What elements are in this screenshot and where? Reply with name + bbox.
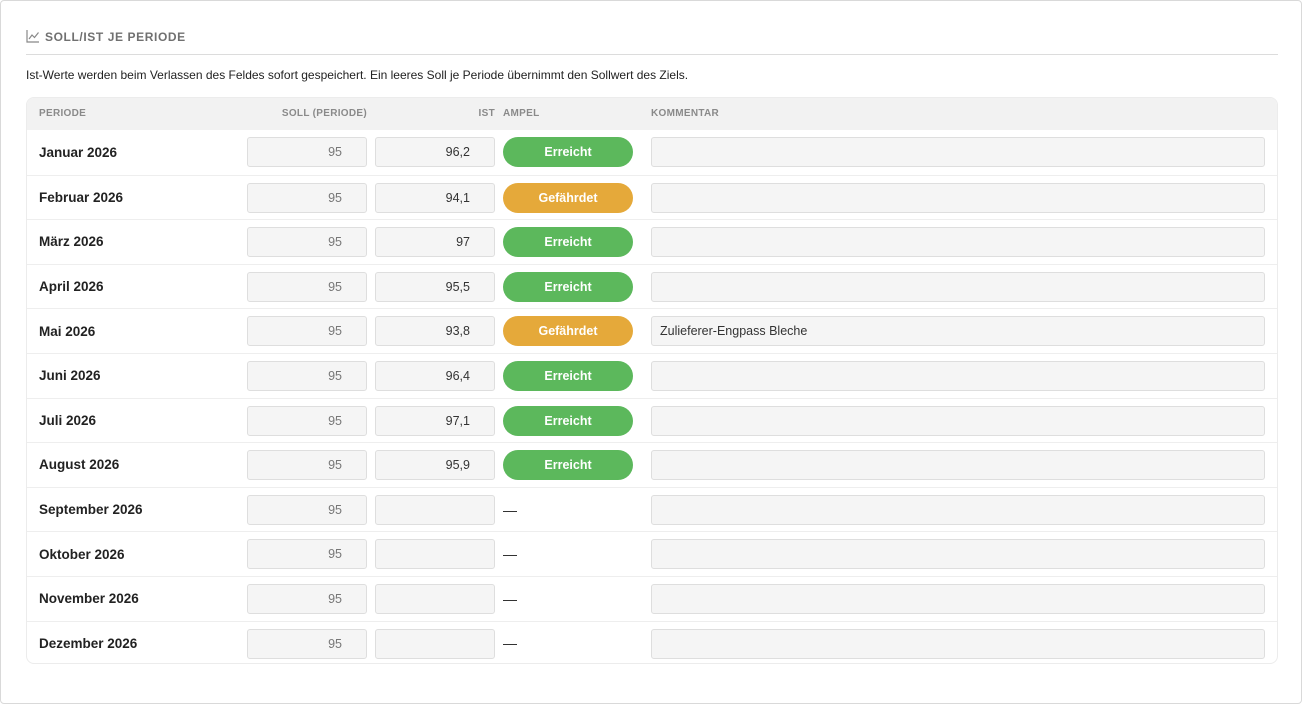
table-row: März 2026 95 97 Erreicht <box>27 219 1277 264</box>
header-ist: IST <box>478 108 495 119</box>
ist-input[interactable] <box>375 494 495 525</box>
soll-input[interactable]: 95 <box>247 227 367 258</box>
status-badge: Erreicht <box>503 137 633 167</box>
table-row: Juli 2026 95 97,1 Erreicht <box>27 397 1277 443</box>
periode-label: April 2026 <box>39 279 104 295</box>
soll-input[interactable]: 95 <box>247 628 367 659</box>
status-badge: Gefährdet <box>503 182 633 213</box>
hint-text: Ist-Werte werden beim Verlassen des Feld… <box>26 68 689 82</box>
periode-label: Februar 2026 <box>39 189 124 205</box>
ist-input[interactable]: 97,1 <box>375 405 495 436</box>
periode-label: Dezember 2026 <box>39 635 138 651</box>
kommentar-input[interactable] <box>651 360 1265 391</box>
ist-input[interactable]: 94,1 <box>375 182 495 213</box>
header-periode: PERIODE <box>39 108 87 119</box>
soll-input[interactable]: 95 <box>247 450 367 481</box>
soll-input[interactable]: 95 <box>247 583 367 614</box>
table-row: April 2026 95 95,5 Erreicht <box>27 263 1277 309</box>
table-row: Februar 2026 95 94,1 Gefährdet <box>27 174 1277 220</box>
periode-label: Oktober 2026 <box>39 546 125 562</box>
soll-input[interactable]: 95 <box>247 271 367 302</box>
soll-input[interactable]: 95 <box>247 182 367 213</box>
table-row: Januar 2026 95 96,2 Erreicht <box>27 130 1277 175</box>
header-soll: SOLL (PERIODE) <box>281 108 367 119</box>
kommentar-input[interactable] <box>651 137 1265 167</box>
section-title: SOLL/IST JE PERIODE <box>45 30 186 44</box>
table-row: Dezember 2026 95 — <box>27 620 1277 663</box>
soll-input[interactable]: 95 <box>247 494 367 525</box>
kommentar-input[interactable] <box>651 583 1265 614</box>
table-row: Mai 2026 95 93,8 Gefährdet Zulieferer-Engpas… <box>27 308 1277 353</box>
status-badge: Erreicht <box>503 360 633 391</box>
periode-label: September 2026 <box>39 502 143 518</box>
status-badge: Erreicht <box>503 271 633 302</box>
ist-input[interactable] <box>375 628 495 659</box>
panel: SOLL/IST JE PERIODE Ist-Werte werden bei… <box>0 0 1302 704</box>
periode-label: März 2026 <box>39 234 104 250</box>
status-badge: Erreicht <box>503 227 633 258</box>
status-badge: Erreicht <box>503 405 633 436</box>
kommentar-input[interactable] <box>651 494 1265 525</box>
status-empty: — <box>503 590 517 607</box>
periode-label: August 2026 <box>39 457 120 473</box>
kommentar-input[interactable] <box>651 227 1265 258</box>
line-chart-icon <box>26 30 39 43</box>
table-header: PERIODE SOLL (PERIODE) IST AMPEL KOMMENT… <box>27 98 1277 130</box>
kommentar-input[interactable] <box>651 628 1265 659</box>
table-row: November 2026 95 — <box>27 575 1277 621</box>
kommentar-input[interactable] <box>651 271 1265 302</box>
ist-input[interactable] <box>375 539 495 570</box>
kommentar-input[interactable] <box>651 539 1265 570</box>
soll-input[interactable]: 95 <box>247 405 367 436</box>
status-empty: — <box>503 501 517 518</box>
section-header: SOLL/IST JE PERIODE <box>26 29 1278 55</box>
ist-input[interactable]: 95,9 <box>375 450 495 481</box>
soll-input[interactable]: 95 <box>247 539 367 570</box>
table-row: Oktober 2026 95 — <box>27 531 1277 576</box>
kommentar-input[interactable] <box>651 182 1265 213</box>
ist-input[interactable]: 95,5 <box>375 271 495 302</box>
periode-label: Januar 2026 <box>39 144 118 160</box>
periode-label: Juni 2026 <box>39 368 101 384</box>
header-ampel: AMPEL <box>503 108 540 119</box>
header-kommentar: KOMMENTAR <box>651 108 720 119</box>
soll-input[interactable]: 95 <box>247 316 367 347</box>
ist-input[interactable] <box>375 583 495 614</box>
periode-label: Juli 2026 <box>39 412 97 428</box>
periode-label: Mai 2026 <box>39 323 96 339</box>
status-badge: Gefährdet <box>503 316 633 347</box>
status-empty: — <box>503 546 517 563</box>
ist-input[interactable]: 93,8 <box>375 316 495 347</box>
kommentar-input[interactable]: Zulieferer-Engpass Bleche <box>651 316 1265 347</box>
soll-input[interactable]: 95 <box>247 360 367 391</box>
status-badge: Erreicht <box>503 450 633 481</box>
table-row: Juni 2026 95 96,4 Erreicht <box>27 352 1277 398</box>
soll-input[interactable]: 95 <box>247 137 367 167</box>
status-empty: — <box>503 635 517 652</box>
ist-input[interactable]: 97 <box>375 227 495 258</box>
ist-input[interactable]: 96,4 <box>375 360 495 391</box>
table-row: September 2026 95 — <box>27 486 1277 532</box>
soll-ist-table: PERIODE SOLL (PERIODE) IST AMPEL KOMMENT… <box>26 97 1278 664</box>
kommentar-input[interactable] <box>651 405 1265 436</box>
kommentar-input[interactable] <box>651 450 1265 481</box>
ist-input[interactable]: 96,2 <box>375 137 495 167</box>
table-row: August 2026 95 95,9 Erreicht <box>27 442 1277 487</box>
periode-label: November 2026 <box>39 591 139 607</box>
table-body: Januar 2026 95 96,2 Erreicht Februar 2026 95 9… <box>27 130 1277 663</box>
